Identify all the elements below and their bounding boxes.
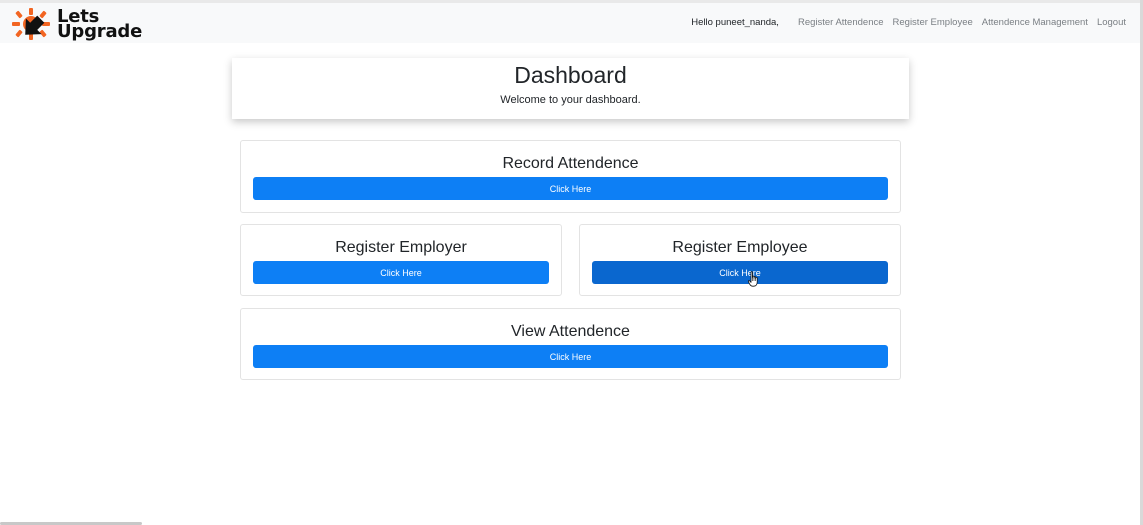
user-greeting: Hello puneet_nanda,: [691, 17, 779, 28]
nav-link-logout[interactable]: Logout: [1097, 17, 1126, 28]
brand[interactable]: Lets Upgrade: [10, 7, 142, 41]
dashboard-header-card: Dashboard Welcome to your dashboard.: [232, 58, 909, 119]
nav-link-attendence-management[interactable]: Attendence Management: [982, 17, 1088, 28]
record-attendence-title: Record Attendence: [502, 155, 639, 172]
page-title: Dashboard: [514, 62, 627, 88]
nav-link-register-employee[interactable]: Register Employee: [893, 17, 973, 28]
register-employer-title: Register Employer: [335, 239, 467, 256]
register-employee-card: Register Employee Click Here: [579, 224, 901, 296]
record-attendence-card: Record Attendence Click Here: [240, 140, 901, 213]
register-employee-button[interactable]: Click Here: [592, 261, 888, 284]
brand-name: Lets Upgrade: [57, 8, 143, 42]
view-attendence-button[interactable]: Click Here: [253, 345, 888, 368]
register-employer-card: Register Employer Click Here: [240, 224, 562, 296]
view-attendence-title: View Attendence: [511, 323, 630, 340]
app-window: Lets Upgrade Hello puneet_nanda, Registe…: [0, 0, 1143, 525]
brand-line-2: Upgrade: [57, 21, 143, 42]
nav-links: Hello puneet_nanda, Register Attendence …: [691, 17, 1126, 28]
register-employer-button[interactable]: Click Here: [253, 261, 549, 284]
nav-link-register-attendence[interactable]: Register Attendence: [798, 17, 884, 28]
navbar: Lets Upgrade Hello puneet_nanda, Registe…: [0, 3, 1140, 43]
view-attendence-card: View Attendence Click Here: [240, 308, 901, 380]
hand-pointer-cursor-icon: [748, 271, 758, 287]
page-subtitle: Welcome to your dashboard.: [500, 94, 641, 106]
record-attendence-button[interactable]: Click Here: [253, 177, 888, 200]
lets-upgrade-logo-icon: [12, 8, 50, 40]
register-employee-title: Register Employee: [672, 239, 808, 256]
